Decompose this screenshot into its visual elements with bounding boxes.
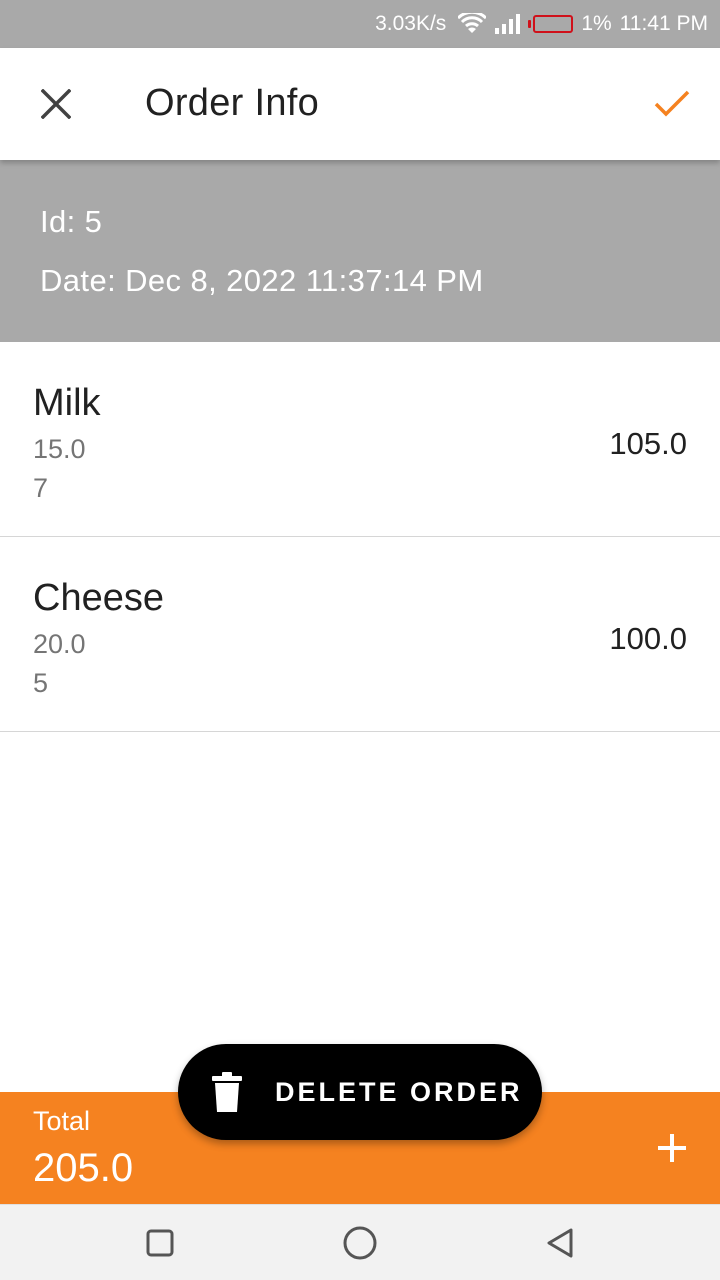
check-icon [654,90,690,117]
status-bar: 3.03K/s 1% 11:41 PM [0,0,720,48]
square-icon [146,1229,174,1257]
item-price: 15.0 [33,434,86,464]
triangle-back-icon [547,1228,573,1258]
confirm-button[interactable] [644,76,700,132]
total-value: 205.0 [33,1146,134,1190]
home-button[interactable] [340,1223,380,1263]
item-price: 20.0 [33,629,86,659]
page-title: Order Info [145,82,320,124]
item-quantity: 7 [33,473,49,503]
battery-tip [528,20,532,28]
item-total: 105.0 [609,426,687,461]
item-quantity: 5 [33,668,49,698]
battery-icon [528,15,574,33]
list-item[interactable]: Milk 15.0 7 105.0 [0,342,720,537]
navigation-bar [0,1204,720,1280]
total-label: Total [33,1106,91,1136]
plus-icon [658,1134,686,1162]
network-speed: 3.03K/s [375,12,447,35]
wifi-icon [458,13,487,35]
clock: 11:41 PM [619,12,708,35]
signal-icon [494,13,521,35]
app-bar: Order Info [0,48,720,160]
trash-icon [212,1072,242,1112]
order-id: Id: 5 [40,204,103,239]
add-item-button[interactable] [648,1124,696,1172]
recent-apps-button[interactable] [140,1223,180,1263]
delete-order-button[interactable]: DELETE ORDER [178,1044,542,1140]
battery-body [533,15,574,33]
order-header: Id: 5 Date: Dec 8, 2022 11:37:14 PM [0,160,720,342]
list-item[interactable]: Cheese 20.0 5 100.0 [0,537,720,732]
circle-icon [343,1226,377,1260]
close-button[interactable] [28,76,84,132]
screen: 3.03K/s 1% 11:41 PM Order Info Id: 5 Dat… [0,0,720,1280]
back-button[interactable] [540,1223,580,1263]
item-total: 100.0 [609,621,687,656]
order-date: Date: Dec 8, 2022 11:37:14 PM [40,263,484,298]
item-name: Cheese [33,577,164,619]
battery-percent: 1% [581,12,612,35]
item-name: Milk [33,382,101,424]
close-icon [41,89,71,119]
delete-order-label: DELETE ORDER [275,1076,523,1107]
